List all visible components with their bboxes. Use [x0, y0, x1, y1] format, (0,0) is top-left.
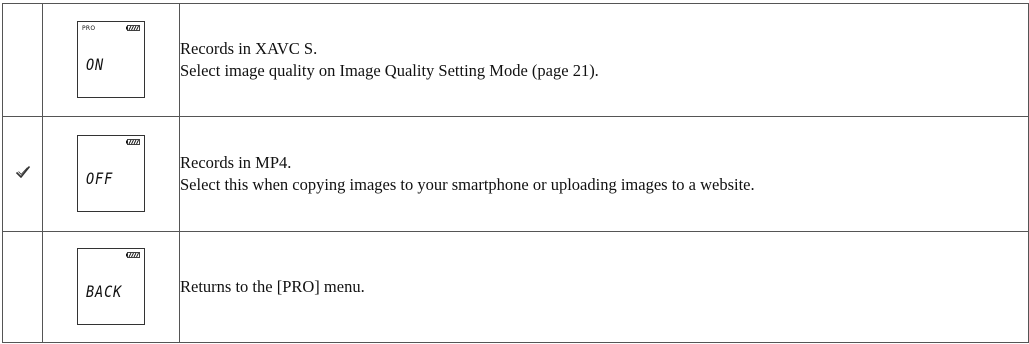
- lcd-cell: PRO ON: [42, 3, 180, 117]
- description-cell: Returns to the [PRO] menu.: [179, 231, 1029, 343]
- battery-icon: [126, 25, 140, 31]
- default-marker-cell: [2, 231, 43, 343]
- description-line: Records in XAVC S.: [180, 39, 318, 58]
- lcd-display: BACK: [77, 248, 145, 325]
- lcd-display: OFF: [77, 135, 145, 212]
- battery-icon: [126, 139, 140, 145]
- pro-indicator: PRO: [82, 25, 96, 32]
- checkmark-icon: [15, 165, 31, 179]
- battery-icon: [126, 252, 140, 258]
- description-line: Records in MP4.: [180, 153, 292, 172]
- lcd-readout: OFF: [86, 169, 114, 188]
- table-row: BACK Returns to the [PRO] menu.: [2, 231, 1029, 343]
- lcd-readout: BACK: [86, 282, 123, 301]
- lcd-cell: OFF: [42, 116, 180, 232]
- description-line: Select this when copying images to your …: [180, 175, 755, 194]
- table-row: PRO ON Records in XAVC S. Select image q…: [2, 3, 1029, 117]
- lcd-readout: ON: [86, 55, 105, 74]
- description-line: Select image quality on Image Quality Se…: [180, 61, 599, 80]
- settings-table: PRO ON Records in XAVC S. Select image q…: [2, 3, 1029, 343]
- description-cell: Records in MP4. Select this when copying…: [179, 116, 1029, 232]
- default-marker-cell: [2, 3, 43, 117]
- default-marker-cell: [2, 116, 43, 232]
- description-cell: Records in XAVC S. Select image quality …: [179, 3, 1029, 117]
- description-line: Returns to the [PRO] menu.: [180, 277, 365, 296]
- lcd-cell: BACK: [42, 231, 180, 343]
- lcd-display: PRO ON: [77, 21, 145, 98]
- table-row: OFF Records in MP4. Select this when cop…: [2, 116, 1029, 232]
